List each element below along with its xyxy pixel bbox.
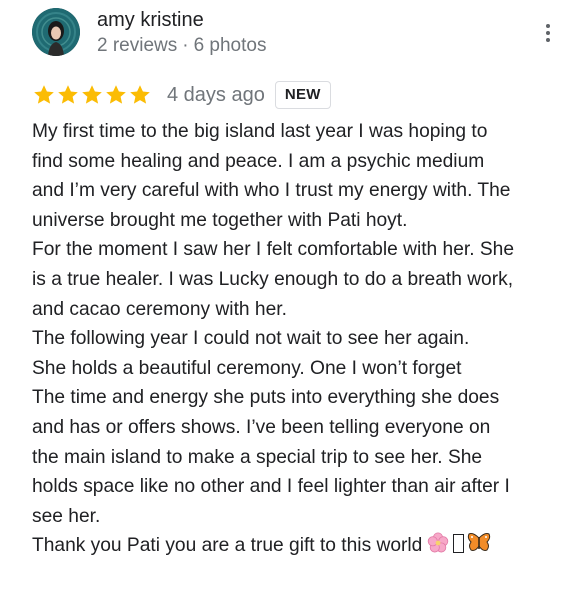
- star-icon: [82, 85, 102, 104]
- profile-photo: [32, 8, 80, 56]
- star-icon: [58, 85, 78, 104]
- review-line: and cacao ceremony with her.: [32, 298, 287, 320]
- review-line: and I’m very careful with who I trust my…: [32, 180, 511, 202]
- more-options-button[interactable]: [538, 20, 558, 46]
- review-text: My first time to the big island last yea…: [32, 117, 562, 561]
- review-line: the main island to make a special trip t…: [32, 446, 483, 468]
- avatar[interactable]: [32, 8, 80, 56]
- star-icon: [130, 85, 150, 104]
- photo-count: 6 photos: [193, 35, 267, 56]
- cherry-blossom-icon: [428, 532, 449, 553]
- star-icon: [34, 85, 54, 104]
- review-count: 2 reviews: [97, 35, 178, 56]
- more-vert-icon: [546, 24, 550, 28]
- star-icon: [106, 85, 126, 104]
- author-meta: 2 reviews · 6 photos: [97, 34, 266, 58]
- review-date: 4 days ago: [167, 83, 265, 106]
- new-badge: NEW: [274, 81, 331, 109]
- review-line: find some healing and peace. I am a psyc…: [32, 150, 485, 172]
- review-line: Thank you Pati you are a true gift to th…: [32, 531, 562, 561]
- author-name[interactable]: amy kristine: [97, 8, 204, 32]
- butterfly-icon: [468, 533, 491, 552]
- review-line: The following year I could not wait to s…: [32, 328, 470, 350]
- more-vert-icon-dot: [546, 38, 550, 42]
- review-line: She holds a beautiful ceremony. One I wo…: [32, 357, 462, 379]
- missing-glyph-icon: [453, 534, 465, 554]
- review-line: holds space like no other and I feel lig…: [32, 476, 510, 498]
- rating-row: 4 days ago NEW: [32, 80, 331, 110]
- review-card: amy kristine 2 reviews · 6 photos 4 days a…: [0, 0, 573, 598]
- review-line: is a true healer. I was Lucky enough to …: [32, 268, 514, 290]
- review-line: and has or offers shows. I’ve been telli…: [32, 416, 491, 438]
- meta-separator: ·: [182, 35, 189, 56]
- review-line: The time and energy she puts into everyt…: [32, 387, 500, 409]
- review-line: see her.: [32, 505, 101, 527]
- more-vert-icon-dot: [546, 31, 550, 35]
- review-line: My first time to the big island last yea…: [32, 121, 488, 142]
- review-line: universe brought me together with Pati h…: [32, 209, 408, 231]
- star-rating: [32, 83, 152, 107]
- review-line: For the moment I saw her I felt comforta…: [32, 239, 515, 261]
